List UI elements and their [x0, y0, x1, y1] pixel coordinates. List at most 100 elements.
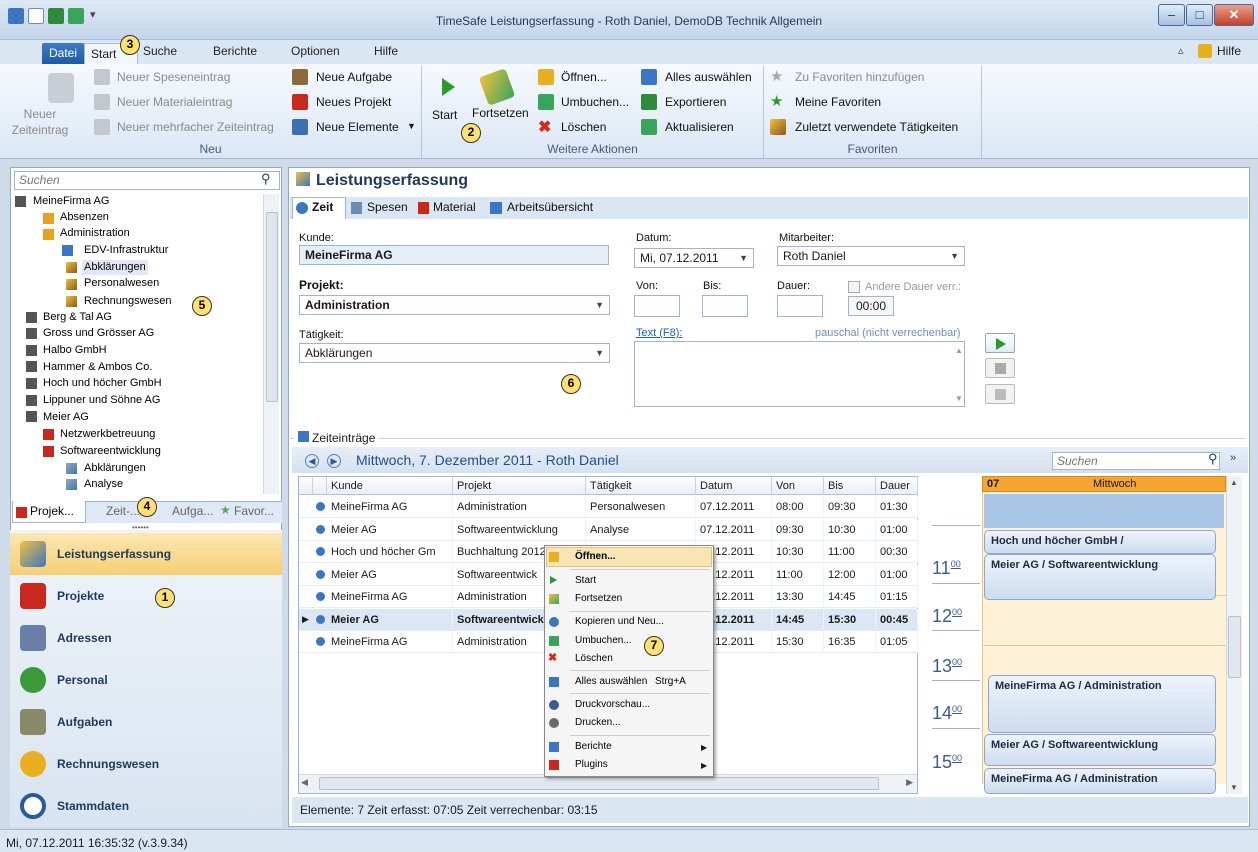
maximize-button[interactable]: □	[1186, 4, 1213, 26]
new-elements-dropdown[interactable]: Neue Elemente	[316, 120, 399, 134]
table-cell[interactable]: 09:30	[824, 496, 876, 518]
date-picker[interactable]: Mi, 07.12.2011 ▼	[634, 248, 754, 268]
tree-item-hammer[interactable]: Hammer & Ambos Co.	[43, 360, 152, 375]
start-button[interactable]: Start	[432, 108, 457, 122]
column-header-bis[interactable]: Bis	[824, 477, 876, 495]
tab-hilfe[interactable]: Hilfe	[374, 44, 398, 58]
menu-item-delete[interactable]: Löschen	[575, 653, 613, 664]
tree-item-analyse[interactable]: Analyse	[84, 477, 123, 492]
tree-item-rechnungswesen[interactable]: Rechnungswesen	[84, 294, 171, 309]
new-project-button[interactable]: Neues Projekt	[316, 95, 391, 109]
expand-options-icon[interactable]: »	[1230, 452, 1236, 464]
tree-item-administration[interactable]: Administration	[60, 226, 130, 241]
scroll-down-icon[interactable]: ▼	[955, 394, 963, 403]
search-icon[interactable]: ⚲	[1208, 451, 1218, 467]
table-cell[interactable]: 01:30	[876, 496, 918, 518]
table-cell[interactable]: MeineFirma AG	[327, 631, 453, 653]
table-cell[interactable]: 01:05	[876, 631, 918, 653]
customer-field[interactable]: MeineFirma AG	[299, 245, 609, 265]
new-expense-button[interactable]: Neuer Speseneintrag	[117, 70, 230, 84]
tab-suche[interactable]: Suche	[143, 44, 177, 58]
table-cell[interactable]: 01:00	[876, 563, 918, 586]
tree-scrollbar[interactable]	[263, 194, 279, 494]
table-cell[interactable]: Analyse	[586, 518, 696, 541]
table-cell[interactable]: Meier AG	[327, 608, 453, 631]
chevron-down-icon[interactable]: ▼	[950, 247, 959, 265]
tab-datei[interactable]: Datei	[42, 43, 84, 64]
table-cell[interactable]: 01:15	[876, 586, 918, 608]
tree-item-abklaerungen-2[interactable]: Abklärungen	[84, 461, 146, 476]
other-duration-checkbox[interactable]	[848, 281, 860, 293]
help-link[interactable]: Hilfe	[1217, 44, 1241, 58]
table-cell[interactable]: 14:45	[772, 608, 824, 631]
table-cell[interactable]: MeineFirma AG	[327, 496, 453, 518]
column-header-von[interactable]: Von	[772, 477, 824, 495]
to-time-input[interactable]	[702, 295, 748, 317]
table-cell[interactable]: Softwareentwicklung	[453, 518, 586, 541]
new-multi-time-button[interactable]: Neuer mehrfacher Zeiteintrag	[117, 120, 274, 134]
save-button[interactable]	[985, 384, 1015, 404]
activity-select[interactable]: Abklärungen ▼	[299, 343, 610, 363]
nav-stammdaten[interactable]: Stammdaten	[10, 785, 282, 827]
scroll-right-icon[interactable]: ▶	[906, 777, 913, 788]
table-cell[interactable]: 14:45	[824, 586, 876, 608]
employee-select[interactable]: Roth Daniel ▼	[777, 246, 965, 266]
scroll-down-icon[interactable]: ▼	[1230, 783, 1238, 792]
export-button[interactable]: Exportieren	[665, 95, 726, 109]
tab-arbeitsuebersicht[interactable]: Arbeitsübersicht	[507, 200, 593, 214]
nav-projekte[interactable]: Projekte	[10, 575, 282, 617]
grid-scrollbar-thumb[interactable]	[319, 777, 879, 790]
my-favorites-button[interactable]: Meine Favoriten	[795, 95, 881, 109]
tree-item-hoch[interactable]: Hoch und höcher GmbH	[43, 376, 162, 391]
table-cell[interactable]: Personalwesen	[586, 496, 696, 518]
tab-berichte[interactable]: Berichte	[213, 44, 257, 58]
table-cell[interactable]: Meier AG	[327, 518, 453, 541]
calendar-appointment[interactable]: Meier AG / Softwareentwicklung	[984, 554, 1216, 600]
calendar-scrollbar-thumb[interactable]	[1228, 616, 1241, 678]
table-cell[interactable]: 13:30	[772, 586, 824, 608]
tree-item-lippuner[interactable]: Lippuner und Söhne AG	[43, 393, 160, 408]
scroll-left-icon[interactable]: ◀	[301, 777, 308, 788]
calendar-appointment[interactable]: MeineFirma AG / Administration	[984, 768, 1216, 794]
nav-personal[interactable]: Personal	[10, 659, 282, 701]
collapse-ribbon-icon[interactable]: ▵	[1178, 44, 1184, 57]
menu-item-copy-new[interactable]: Kopieren und Neu...	[575, 616, 664, 627]
tree-item-gross[interactable]: Gross und Grösser AG	[43, 326, 154, 341]
tree-item-berg-tal[interactable]: Berg & Tal AG	[43, 310, 112, 325]
add-favorite-button[interactable]: Zu Favoriten hinzufügen	[795, 70, 924, 84]
new-material-button[interactable]: Neuer Materialeintrag	[117, 95, 232, 109]
minimize-button[interactable]: –	[1158, 4, 1185, 26]
table-cell[interactable]: 11:00	[824, 541, 876, 563]
menu-item-print[interactable]: Drucken...	[575, 717, 621, 728]
calendar-appointment[interactable]: MeineFirma AG / Administration	[988, 675, 1216, 733]
tab-zeit[interactable]: Zeit-...	[106, 504, 140, 518]
search-icon[interactable]: ⚲	[261, 171, 271, 187]
stop-timer-button[interactable]	[985, 358, 1015, 378]
menu-item-start[interactable]: Start	[575, 575, 596, 586]
table-cell[interactable]: 16:35	[824, 631, 876, 653]
table-cell[interactable]: 15:30	[772, 631, 824, 653]
select-all-button[interactable]: Alles auswählen	[665, 70, 752, 84]
table-cell[interactable]: MeineFirma AG	[327, 586, 453, 608]
menu-item-rebook[interactable]: Umbuchen...	[575, 635, 632, 646]
text-link[interactable]: Text (F8):	[636, 327, 682, 339]
menu-item-open[interactable]: Öffnen...	[575, 551, 616, 562]
continue-button[interactable]: Fortsetzen	[472, 106, 529, 120]
table-cell[interactable]: 01:00	[876, 518, 918, 541]
table-cell[interactable]: 12:00	[824, 563, 876, 586]
tree-item-edv[interactable]: EDV-Infrastruktur	[84, 243, 168, 258]
menu-item-print-preview[interactable]: Druckvorschau...	[575, 699, 650, 710]
next-day-icon[interactable]: ▶	[327, 454, 341, 468]
nav-adressen[interactable]: Adressen	[10, 617, 282, 659]
help-book-icon[interactable]	[1198, 44, 1212, 58]
prev-day-icon[interactable]: ◀	[305, 454, 319, 468]
column-header-projekt[interactable]: Projekt	[453, 477, 586, 495]
tree-item-absenzen[interactable]: Absenzen	[60, 210, 109, 225]
column-header-datum[interactable]: Datum	[696, 477, 772, 495]
table-cell[interactable]: 11:00	[772, 563, 824, 586]
tree-item-abklaerungen[interactable]: Abklärungen	[82, 260, 148, 275]
tree-item-software[interactable]: Softwareentwicklung	[60, 444, 161, 459]
menu-item-reports[interactable]: Berichte	[575, 741, 612, 752]
new-time-entry-button[interactable]: Neuer Zeiteintrag	[4, 106, 76, 138]
table-cell[interactable]: 08:00	[772, 496, 824, 518]
